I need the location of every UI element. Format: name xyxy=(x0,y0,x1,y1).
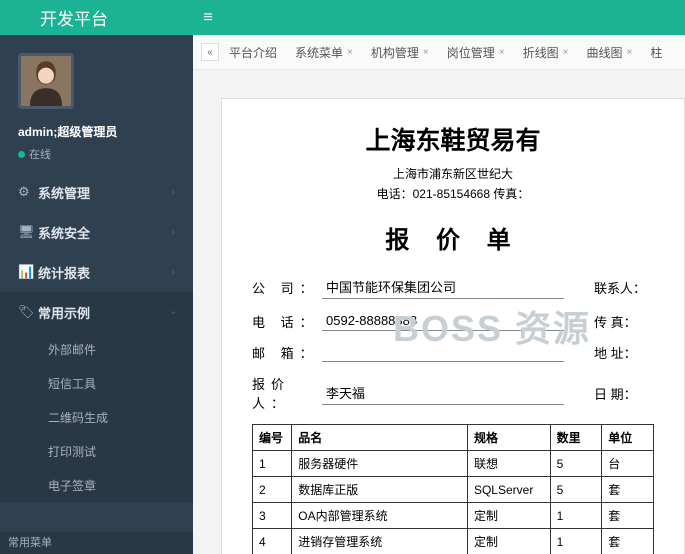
table-cell: SQLServer xyxy=(467,477,550,503)
nav-label: 系统管理 xyxy=(38,183,172,202)
field-value xyxy=(322,344,564,362)
subnav-print-test[interactable]: 打印测试 xyxy=(0,434,193,468)
th-unit: 单位 xyxy=(602,425,654,451)
sidebar: admin;超级管理员 在线 ⚙ 系统管理 › 🖥 系统安全 › 📊 统计报表 … xyxy=(0,35,193,554)
close-icon[interactable]: × xyxy=(499,47,505,58)
table-cell: 2 xyxy=(253,477,292,503)
th-name: 品名 xyxy=(292,425,468,451)
table-cell: 1 xyxy=(550,529,602,554)
th-qty: 数里 xyxy=(550,425,602,451)
field-label: 电 话： xyxy=(252,312,322,331)
field-label: 传 真： xyxy=(594,312,654,331)
doc-address: 上海市浦东新区世纪大 xyxy=(252,165,654,182)
table-cell: 联想 xyxy=(467,451,550,477)
table-cell: 台 xyxy=(602,451,654,477)
tab-intro[interactable]: 平台介绍 xyxy=(221,40,285,65)
chevron-right-icon: › xyxy=(172,227,175,238)
field-value: 0592-88888888 xyxy=(322,311,564,331)
table-cell: 定制 xyxy=(467,503,550,529)
user-name: admin;超级管理员 xyxy=(18,123,175,140)
subnav-qrcode[interactable]: 二维码生成 xyxy=(0,400,193,434)
table-cell: 进销存管理系统 xyxy=(292,529,468,554)
table-row: 4进销存管理系统定制1套 xyxy=(253,529,654,554)
tabs-rewind-icon[interactable]: « xyxy=(201,43,219,61)
nav-reports[interactable]: 📊 统计报表 › xyxy=(0,252,193,292)
doc-company-title: 上海东鞋贸易有 xyxy=(252,121,654,157)
avatar[interactable] xyxy=(18,53,74,109)
table-cell: 1 xyxy=(253,451,292,477)
doc-heading: 报 价 单 xyxy=(252,220,654,255)
tab-bar-partial[interactable]: 柱 xyxy=(642,40,670,65)
table-cell: 套 xyxy=(602,503,654,529)
table-cell: 定制 xyxy=(467,529,550,554)
doc-phone: 电话：021-85154668 传真： xyxy=(252,185,654,202)
user-status: 在线 xyxy=(18,146,175,162)
table-cell: 套 xyxy=(602,477,654,503)
chevron-down-icon: › xyxy=(168,310,179,313)
close-icon[interactable]: × xyxy=(563,47,569,58)
field-label: 日 期： xyxy=(594,384,654,403)
nav-examples[interactable]: 🏷 常用示例 › xyxy=(0,292,193,332)
table-cell: OA内部管理系统 xyxy=(292,503,468,529)
nav-label: 常用示例 xyxy=(38,303,172,322)
chart-icon: 📊 xyxy=(18,264,38,280)
subnav-esign[interactable]: 电子签章 xyxy=(0,468,193,502)
table-cell: 4 xyxy=(253,529,292,554)
th-no: 编号 xyxy=(253,425,292,451)
tab-line[interactable]: 折线图× xyxy=(515,40,577,65)
subnav-external-mail[interactable]: 外部邮件 xyxy=(0,332,193,366)
nav-system-manage[interactable]: ⚙ 系统管理 › xyxy=(0,172,193,212)
tab-menu[interactable]: 系统菜单× xyxy=(287,40,361,65)
field-label: 邮 箱： xyxy=(252,343,322,362)
tab-post[interactable]: 岗位管理× xyxy=(439,40,513,65)
table-cell: 5 xyxy=(550,477,602,503)
field-value: 李天福 xyxy=(322,381,564,405)
table-row: 3OA内部管理系统定制1套 xyxy=(253,503,654,529)
close-icon[interactable]: × xyxy=(347,47,353,58)
table-cell: 5 xyxy=(550,451,602,477)
table-cell: 1 xyxy=(550,503,602,529)
tag-icon: 🏷 xyxy=(18,304,38,320)
brand-title: 开发平台 xyxy=(0,5,193,30)
table-row: 2数据库正版SQLServer5套 xyxy=(253,477,654,503)
nav-label: 系统安全 xyxy=(38,223,172,242)
close-icon[interactable]: × xyxy=(626,47,632,58)
nav-system-security[interactable]: 🖥 系统安全 › xyxy=(0,212,193,252)
field-label: 联系人： xyxy=(594,278,654,297)
chevron-right-icon: › xyxy=(172,187,175,198)
field-label: 公 司： xyxy=(252,278,322,297)
subnav-sms-tool[interactable]: 短信工具 xyxy=(0,366,193,400)
table-cell: 服务器硬件 xyxy=(292,451,468,477)
th-spec: 规格 xyxy=(467,425,550,451)
tab-org[interactable]: 机构管理× xyxy=(363,40,437,65)
tab-curve[interactable]: 曲线图× xyxy=(578,40,640,65)
close-icon[interactable]: × xyxy=(423,47,429,58)
table-row: 1服务器硬件联想5台 xyxy=(253,451,654,477)
tab-bar: « 平台介绍 系统菜单× 机构管理× 岗位管理× 折线图× 曲线图× 柱 xyxy=(193,35,685,70)
quote-table: 编号 品名 规格 数里 单位 1服务器硬件联想5台2数据库正版SQLServer… xyxy=(252,424,654,554)
status-dot-icon xyxy=(18,151,25,158)
field-value: 中国节能环保集团公司 xyxy=(322,275,564,299)
chevron-right-icon: › xyxy=(172,267,175,278)
field-label: 地 址： xyxy=(594,343,654,362)
monitor-icon: 🖥 xyxy=(18,224,38,240)
table-cell: 套 xyxy=(602,529,654,554)
table-cell: 数据库正版 xyxy=(292,477,468,503)
field-label: 报价人： xyxy=(252,374,322,412)
document-preview: 上海东鞋贸易有 上海市浦东新区世纪大 电话：021-85154668 传真： 报… xyxy=(221,98,685,554)
table-cell: 3 xyxy=(253,503,292,529)
sidebar-footer[interactable]: 常用菜单 xyxy=(0,532,193,554)
gears-icon: ⚙ xyxy=(18,184,38,200)
nav-label: 统计报表 xyxy=(38,263,172,282)
menu-toggle-icon[interactable]: ≡ xyxy=(193,9,223,27)
